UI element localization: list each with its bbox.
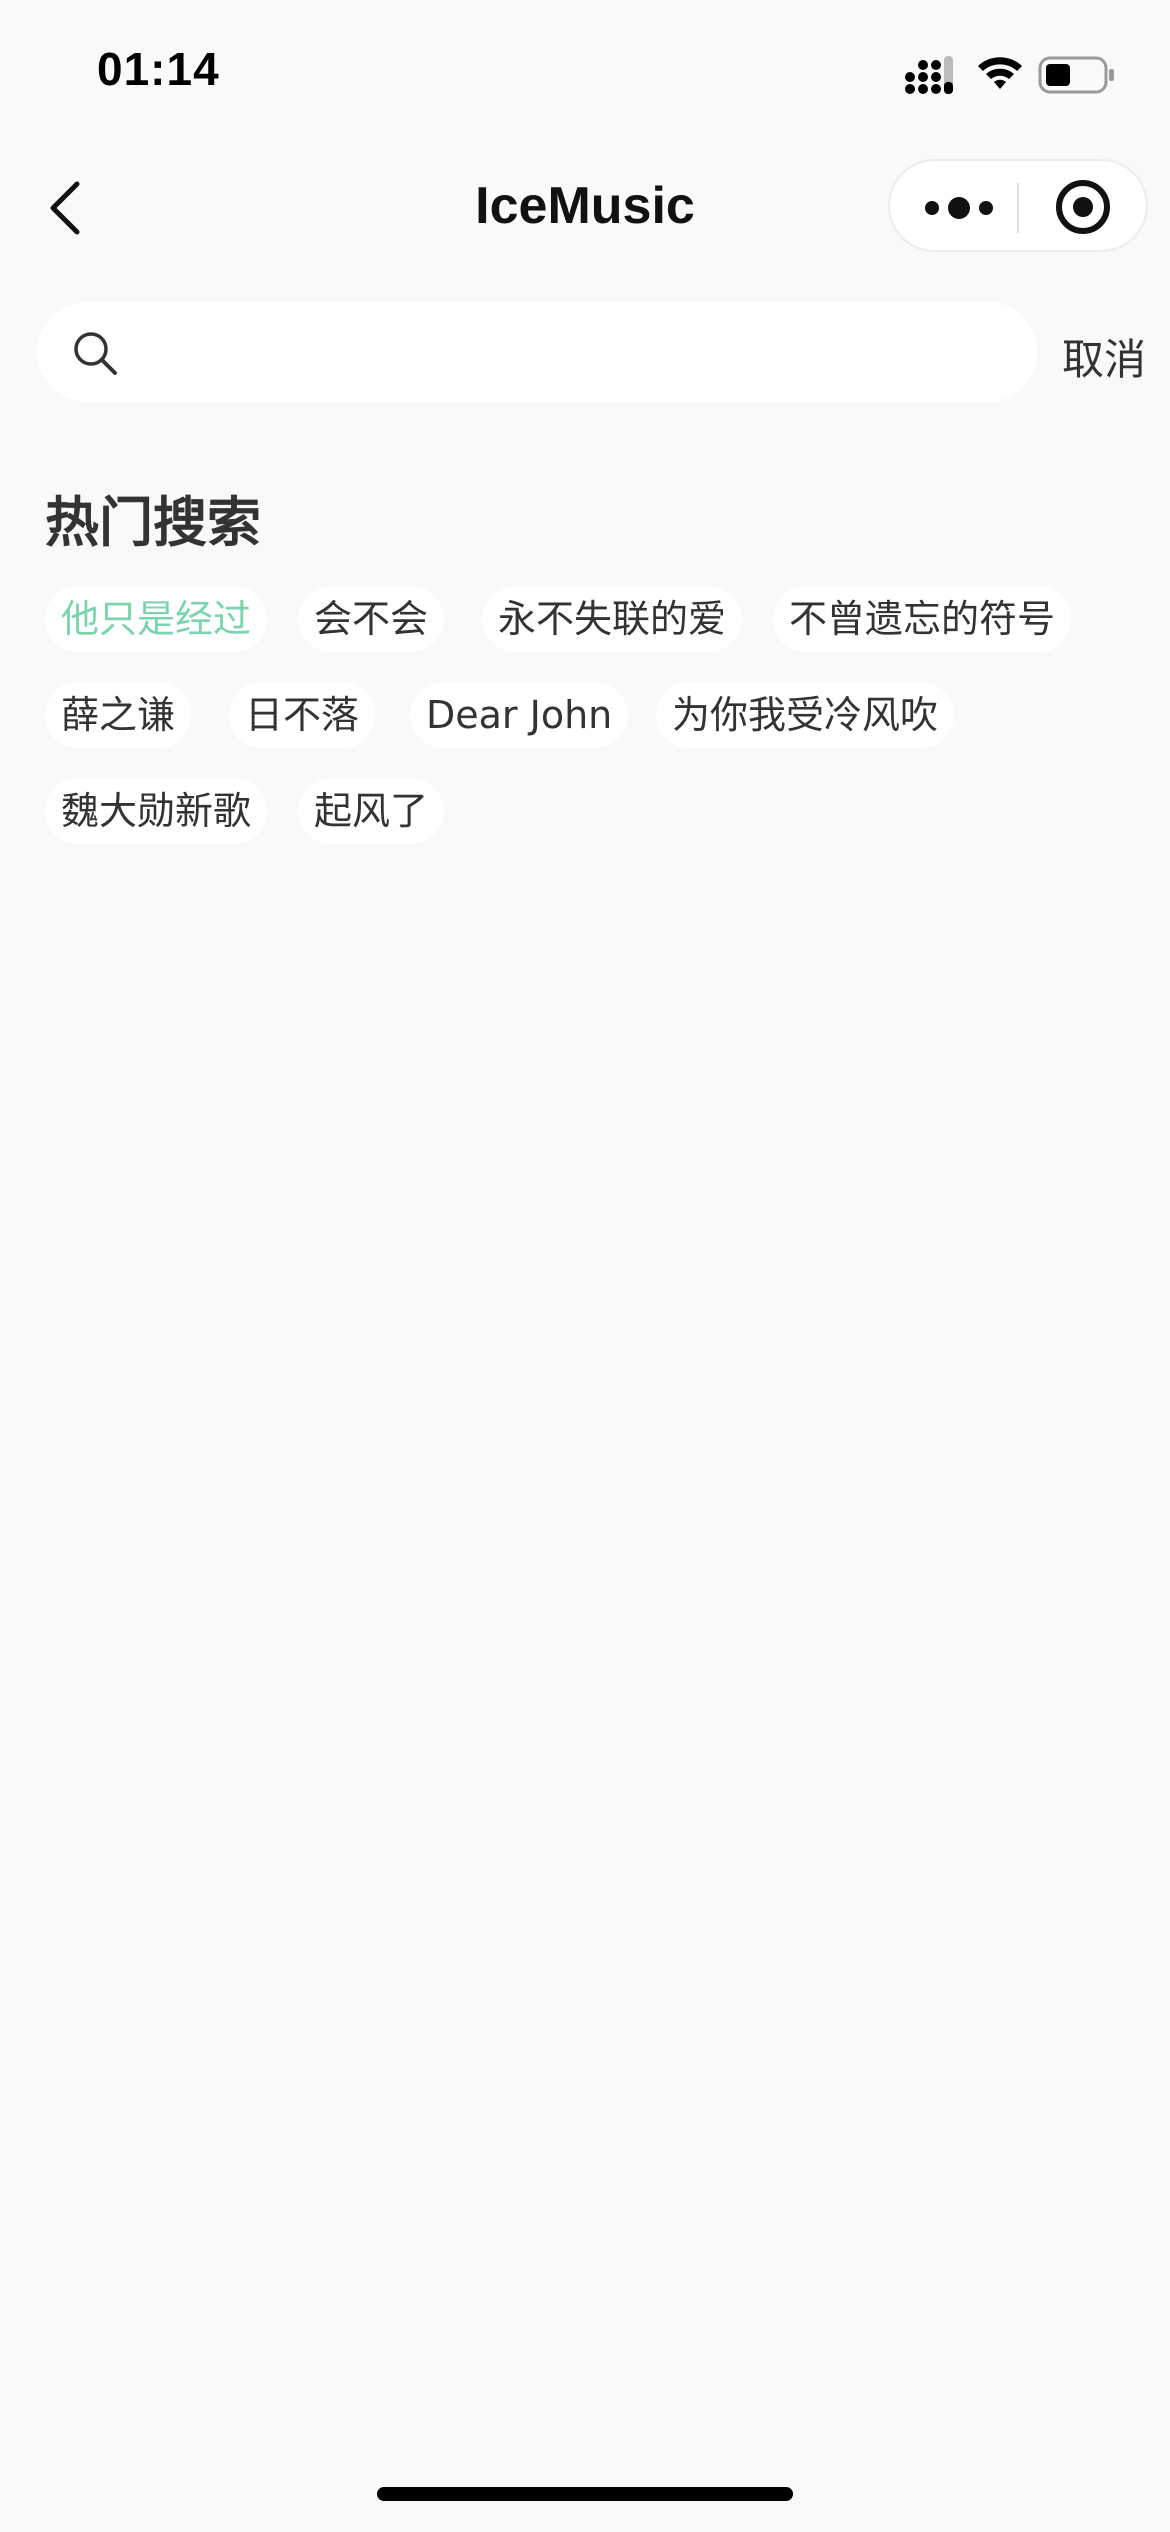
close-miniprogram-icon[interactable]	[1054, 178, 1112, 236]
hot-search-tag[interactable]: 不曾遗忘的符号	[773, 586, 1072, 652]
home-indicator[interactable]	[377, 2487, 793, 2501]
hot-search-tag[interactable]: 为你我受冷风吹	[656, 682, 955, 748]
hot-search-tag[interactable]: 会不会	[298, 586, 445, 652]
search-input[interactable]	[140, 316, 1004, 390]
hot-search-tag[interactable]: Dear John	[410, 682, 629, 748]
hot-search-tag[interactable]: 魏大勋新歌	[45, 778, 268, 844]
battery-icon	[1038, 56, 1114, 94]
cancel-button[interactable]: 取消	[1062, 326, 1146, 387]
hot-search-tag[interactable]: 日不落	[229, 682, 376, 748]
hot-search-tag[interactable]: 他只是经过	[45, 586, 268, 652]
hot-search-title: 热门搜索	[45, 491, 261, 554]
search-icon	[74, 332, 117, 375]
status-time: 01:14	[97, 43, 220, 95]
hot-search-tag[interactable]: 永不失联的爱	[482, 586, 743, 652]
more-icon[interactable]	[920, 186, 998, 230]
wifi-icon	[978, 57, 1022, 89]
hot-search-tag[interactable]: 起风了	[298, 778, 445, 844]
signal-icon	[905, 56, 953, 94]
hot-search-tag[interactable]: 薛之谦	[45, 682, 192, 748]
capsule-divider	[1017, 183, 1019, 233]
